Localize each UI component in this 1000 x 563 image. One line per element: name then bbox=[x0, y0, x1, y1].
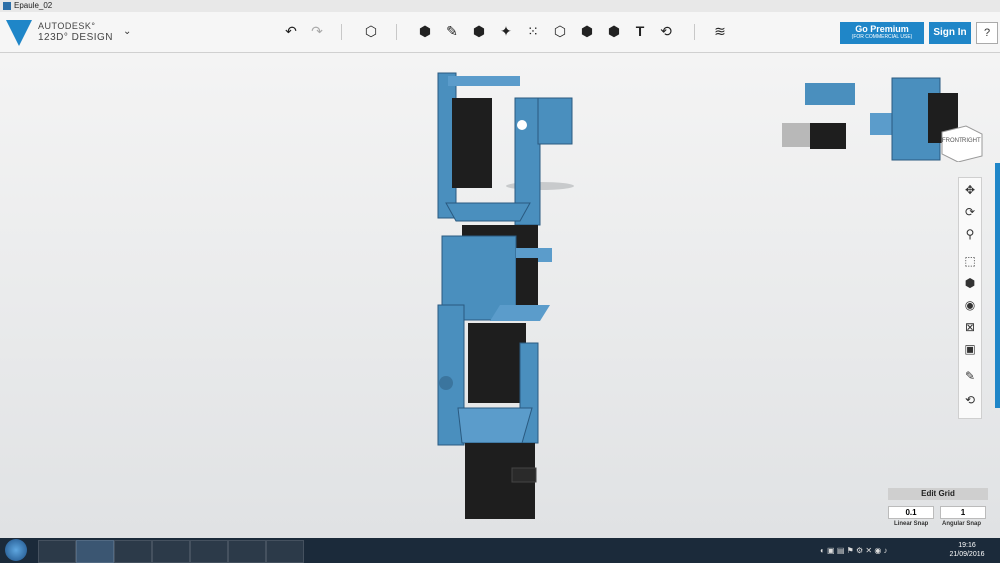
text-icon[interactable]: T bbox=[631, 22, 649, 40]
go-premium-sublabel: (FOR COMMERCIAL USE) bbox=[851, 34, 913, 40]
undo-icon[interactable]: ↶ bbox=[282, 22, 300, 40]
linear-snap-field[interactable]: 0.1 bbox=[888, 506, 934, 519]
snap-icon[interactable]: ⟲ bbox=[657, 22, 675, 40]
taskbar-app-eye-icon[interactable] bbox=[152, 540, 190, 563]
angular-snap-field[interactable]: 1 bbox=[940, 506, 986, 519]
redo-icon[interactable]: ↷ bbox=[308, 22, 326, 40]
brand-autodesk: AUTODESK° bbox=[38, 21, 96, 31]
taskbar-app-icon[interactable] bbox=[228, 540, 266, 563]
orbit-icon[interactable]: ⟳ bbox=[962, 204, 978, 220]
top-bracket bbox=[437, 72, 573, 226]
distant-parts bbox=[782, 77, 958, 161]
3d-box-icon[interactable]: ⬢ bbox=[605, 22, 623, 40]
measure-icon[interactable]: ⬢ bbox=[578, 22, 596, 40]
go-premium-label: Go Premium bbox=[855, 24, 909, 34]
taskbar-clock[interactable]: 19:16 21/09/2016 bbox=[948, 541, 986, 559]
viewcube-right-label: RIGHT bbox=[962, 138, 981, 144]
help-button[interactable]: ? bbox=[976, 22, 998, 44]
taskbar-paint-icon[interactable] bbox=[266, 540, 304, 563]
main-toolbar: AUTODESK° 123D° DESIGN ⌄ ↶ ↷ ⬡ ⬢ ✎ ⬢ ✦ ⁙… bbox=[0, 12, 1000, 53]
taskbar-chrome-icon[interactable] bbox=[190, 540, 228, 563]
combine-icon[interactable]: ⬡ bbox=[551, 22, 569, 40]
view-box-icon[interactable]: ⬢ bbox=[962, 275, 978, 291]
fit-view-icon[interactable]: ⬚ bbox=[962, 253, 978, 269]
toolbar-divider bbox=[694, 24, 695, 40]
autodesk-logo-icon bbox=[6, 20, 32, 46]
model-scene bbox=[437, 72, 958, 519]
construct-icon[interactable]: ✎ bbox=[443, 22, 461, 40]
snap-settings-icon[interactable]: ⟲ bbox=[962, 392, 978, 408]
go-premium-button[interactable]: Go Premium (FOR COMMERCIAL USE) bbox=[840, 22, 924, 44]
angular-snap-label: Angular Snap bbox=[942, 521, 982, 527]
windows-taskbar: ◐ ▣ ▤ ⚑ ⚙ ✕ ◉ ♪ 19:16 21/09/2016 bbox=[0, 538, 1000, 563]
toolbar-divider bbox=[341, 24, 342, 40]
lower-bracket bbox=[437, 304, 539, 446]
window-titlebar: Epaule_02 bbox=[0, 0, 1000, 12]
window-title: Epaule_02 bbox=[14, 1, 53, 10]
edit-grid-title[interactable]: Edit Grid bbox=[888, 488, 988, 500]
system-tray-icons[interactable]: ◐ ▣ ▤ ⚑ ⚙ ✕ ◉ ♪ bbox=[820, 546, 888, 555]
taskbar-app-r-icon[interactable] bbox=[114, 540, 152, 563]
app-menu-chevron-down-icon[interactable]: ⌄ bbox=[123, 26, 131, 37]
brand-product: 123D° DESIGN bbox=[38, 32, 114, 43]
material-icon[interactable]: ≋ bbox=[711, 22, 729, 40]
navigation-bar: ✥ ⟳ ⚲ ⬚ ⬢ ◉ ⊠ ▣ ✎ ⟲ bbox=[958, 177, 982, 419]
camera-icon[interactable]: ▣ bbox=[962, 341, 978, 357]
viewcube-front-label: FRONT bbox=[942, 138, 963, 144]
app-icon bbox=[3, 2, 11, 10]
group-icon[interactable]: ⁙ bbox=[524, 22, 542, 40]
hide-icon[interactable]: ⊠ bbox=[962, 319, 978, 335]
visibility-icon[interactable]: ◉ bbox=[962, 297, 978, 313]
sign-in-button[interactable]: Sign In bbox=[929, 22, 971, 44]
edit-grid-panel: Edit Grid 0.1 1 Linear Snap Angular Snap bbox=[888, 488, 988, 532]
primitives-icon[interactable]: ⬡ bbox=[362, 22, 380, 40]
side-panel-tab[interactable] bbox=[995, 163, 1000, 408]
clock-time: 19:16 bbox=[958, 542, 976, 549]
taskbar-123d-icon[interactable] bbox=[76, 540, 114, 563]
start-button[interactable] bbox=[5, 539, 27, 561]
clock-date: 21/09/2016 bbox=[949, 551, 985, 558]
view-cube[interactable]: FRONT RIGHT bbox=[940, 122, 984, 163]
sketch-icon[interactable]: ⬢ bbox=[416, 22, 434, 40]
taskbar-explorer-icon[interactable] bbox=[38, 540, 76, 563]
pan-icon[interactable]: ✥ bbox=[962, 182, 978, 198]
materials-icon[interactable]: ✎ bbox=[962, 368, 978, 384]
linear-snap-label: Linear Snap bbox=[894, 521, 929, 527]
bottom-servo bbox=[465, 443, 537, 519]
pattern-icon[interactable]: ✦ bbox=[497, 22, 515, 40]
zoom-icon[interactable]: ⚲ bbox=[962, 226, 978, 242]
modify-icon[interactable]: ⬢ bbox=[470, 22, 488, 40]
toolbar-divider bbox=[396, 24, 397, 40]
3d-viewport[interactable]: FRONT RIGHT ✥ ⟳ ⚲ ⬚ ⬢ ◉ ⊠ ▣ ✎ ⟲ bbox=[0, 53, 1000, 538]
